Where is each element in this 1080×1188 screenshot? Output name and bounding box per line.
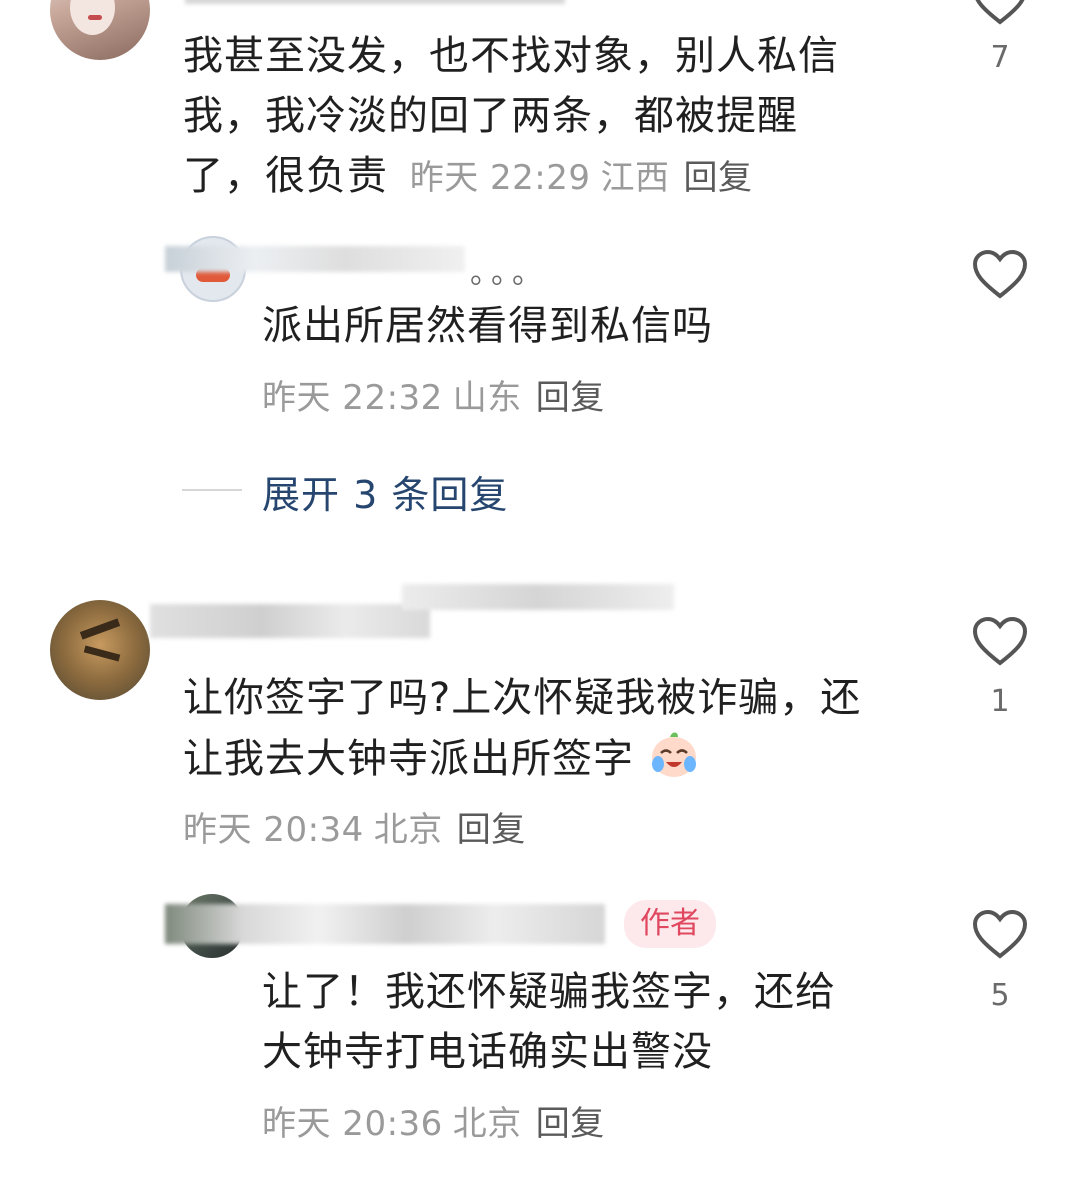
avatar[interactable] [50, 600, 150, 700]
crying-laughing-emoji-icon [651, 732, 696, 777]
avatar-lips [88, 15, 102, 20]
reply-meta: 昨天 22:32 山东 回复 [262, 370, 605, 419]
comment-text: 我甚至没发，也不找对象，别人私信 我，我冷淡的回了两条，都被提醒 了，很负责 昨… [183, 26, 923, 208]
heart-icon[interactable] [972, 617, 1028, 667]
comment-meta: 昨天 20:34 北京 回复 [183, 802, 526, 851]
reply-meta: 昨天 20:36 北京 回复 [262, 1096, 605, 1145]
comment-time: 昨天 22:29 [409, 158, 591, 198]
like-count: 7 [990, 40, 1010, 75]
username-blurred[interactable] [185, 0, 565, 4]
reply-button[interactable]: 回复 [684, 158, 753, 198]
comment-location: 北京 [373, 810, 443, 850]
reply-button[interactable]: 回复 [536, 1104, 605, 1144]
comment-line: 让我去大钟寺派出所签字 [183, 736, 634, 782]
comment-time: 昨天 20:34 [183, 810, 364, 850]
username-suffix: 。。。 [470, 256, 548, 291]
comment-line: 了，很负责 [183, 153, 388, 199]
expand-replies-button[interactable]: 展开 3 条回复 [262, 464, 508, 519]
reply-button[interactable]: 回复 [536, 378, 605, 418]
reply-text: 派出所居然看得到私信吗 [262, 303, 713, 349]
reply-time: 昨天 20:36 [262, 1104, 443, 1144]
like-count: 1 [990, 684, 1010, 719]
reply-location: 北京 [452, 1104, 522, 1144]
username-blurred[interactable] [165, 904, 605, 944]
expand-divider [182, 489, 242, 491]
comment-line: 我甚至没发，也不找对象，别人私信 [183, 33, 839, 79]
comment-text: 让你签字了吗?上次怀疑我被诈骗，还 让我去大钟寺派出所签字 [183, 668, 943, 789]
username-blurred[interactable] [165, 246, 465, 272]
comment-line: 我，我冷淡的回了两条，都被提醒 [183, 93, 798, 139]
comment-line-with-emoji: 让我去大钟寺派出所签字 [183, 728, 943, 789]
reply-text: 让了！我还怀疑骗我签字，还给 大钟寺打电话确实出警没 [262, 962, 962, 1082]
avatar-tiger-stripe [83, 645, 121, 662]
reply-location: 山东 [452, 378, 522, 418]
user-badge-blurred [402, 584, 674, 610]
avatar-tiger-stripe [79, 618, 121, 640]
comment-meta: 昨天 22:29 江西 回复 [410, 158, 753, 198]
comment-line-with-meta: 了，很负责 昨天 22:29 江西 回复 [183, 146, 923, 208]
reply-line: 大钟寺打电话确实出警没 [262, 1029, 713, 1075]
username-blurred[interactable] [150, 604, 430, 638]
comment-line: 让你签字了吗?上次怀疑我被诈骗，还 [183, 675, 862, 721]
heart-icon[interactable] [972, 250, 1028, 300]
like-count: 5 [990, 978, 1010, 1013]
reply-line: 让了！我还怀疑骗我签字，还给 [262, 969, 836, 1015]
reply-button[interactable]: 回复 [457, 810, 526, 850]
reply-time: 昨天 22:32 [262, 378, 443, 418]
heart-icon[interactable] [972, 910, 1028, 960]
heart-icon[interactable] [972, 0, 1028, 26]
author-badge: 作者 [624, 900, 716, 948]
avatar[interactable] [50, 0, 150, 60]
comment-location: 江西 [600, 158, 670, 198]
